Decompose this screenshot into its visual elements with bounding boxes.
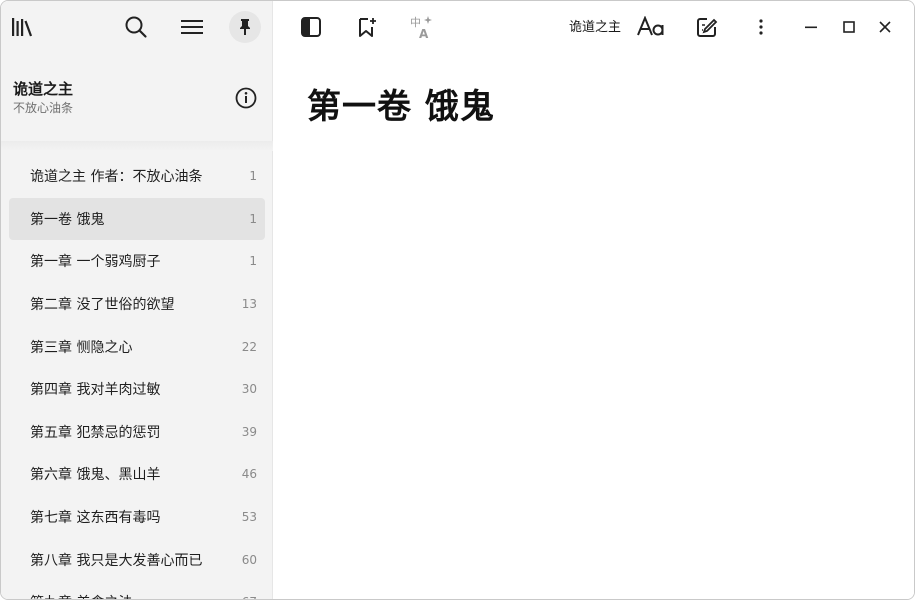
search-icon: [124, 15, 148, 39]
toc-item-label: 第一章 一个弱鸡厨子: [30, 254, 161, 271]
font-settings-button[interactable]: [635, 11, 667, 43]
toc-item[interactable]: 第八章 我只是大发善心而已 60: [9, 538, 265, 581]
toc-item-page: 1: [249, 169, 257, 184]
pin-icon: [237, 18, 253, 36]
sidebar-toggle-icon: [300, 16, 322, 38]
minimize-button[interactable]: [794, 11, 828, 43]
minimize-icon: [804, 20, 818, 34]
toc-item[interactable]: 第九章 美食之法67: [9, 581, 265, 599]
toc-item[interactable]: 第五章 犯禁忌的惩罚 39: [9, 411, 265, 454]
toc-item-label: 诡道之主 作者：不放心油条: [30, 169, 203, 186]
toc-item[interactable]: 第二章 没了世俗的欲望 13: [9, 283, 265, 326]
search-button[interactable]: [120, 11, 152, 43]
notes-edit-icon: [696, 16, 718, 38]
book-info: 诡道之主 不放心油条: [13, 79, 263, 123]
toc-item[interactable]: 第一卷 饿鬼 1: [9, 197, 265, 241]
translate-button[interactable]: 中 A: [406, 11, 438, 43]
chapter-heading: 第一卷 饿鬼: [307, 87, 495, 127]
sidebar-toolbar: [1, 1, 273, 53]
pin-button[interactable]: [229, 11, 261, 43]
book-author: 不放心油条: [13, 101, 74, 115]
toc-item-page: 22: [241, 339, 257, 354]
translate-icon: 中 A: [409, 14, 435, 40]
toc-item-label: 第六章 饿鬼、黑山羊: [30, 467, 161, 484]
reader-main: 中 A 诡道之主 第一卷 饿鬼: [273, 1, 914, 599]
toc-item-label: 第一卷 饿鬼: [30, 211, 105, 228]
book-info-button[interactable]: [230, 82, 262, 114]
info-icon: [235, 87, 257, 109]
more-button[interactable]: [745, 11, 777, 43]
library-icon: [10, 16, 36, 38]
toc-item[interactable]: 第七章 这东西有毒吗 53: [9, 496, 265, 539]
toc-item[interactable]: 第六章 饿鬼、黑山羊 46: [9, 453, 265, 496]
menu-button[interactable]: [176, 11, 208, 43]
close-icon: [878, 20, 892, 34]
toc-item-page: 53: [241, 510, 257, 525]
toc-item-label: 第三章 恻隐之心: [30, 339, 133, 356]
toc-item-page: 1: [249, 211, 257, 226]
sidebar-divider: [1, 141, 273, 151]
toc-item-label: 第二章 没了世俗的欲望: [30, 297, 175, 314]
bookmark-button[interactable]: [351, 11, 383, 43]
toc-item-page: 13: [241, 297, 257, 312]
menu-icon: [180, 17, 204, 37]
window-title: 诡道之主: [569, 20, 622, 35]
sidebar: 诡道之主 不放心油条 诡道之主 作者：不放心油条 1 第一卷 饿鬼 1 第一章 一个弱鸡…: [1, 1, 273, 599]
library-button[interactable]: [7, 11, 39, 43]
toc-item[interactable]: 诡道之主 作者：不放心油条 1: [9, 155, 265, 198]
table-of-contents: 诡道之主 作者：不放心油条 1 第一卷 饿鬼 1 第一章 一个弱鸡厨子 1 第二章 没了世俗…: [9, 155, 265, 599]
maximize-button[interactable]: [832, 11, 866, 43]
more-vertical-icon: [758, 18, 764, 36]
toc-item[interactable]: 第一章 一个弱鸡厨子 1: [9, 240, 265, 283]
sidebar-toggle-button[interactable]: [295, 11, 327, 43]
toc-item-page: 67: [235, 595, 257, 599]
font-settings-icon: [636, 16, 666, 38]
close-button[interactable]: [868, 11, 902, 43]
toc-item-page: 1: [249, 254, 257, 269]
toc-item-label: 第九章 美食之法: [30, 592, 235, 599]
toc-item-page: 39: [241, 424, 257, 439]
toc-item-page: 30: [241, 382, 257, 397]
toc-item-page: 46: [241, 467, 257, 482]
svg-text:A: A: [419, 27, 429, 40]
toc-item-page: 60: [241, 552, 257, 567]
toc-item[interactable]: 第四章 我对羊肉过敏 30: [9, 368, 265, 411]
toc-item[interactable]: 第三章 恻隐之心 22: [9, 325, 265, 368]
toc-item-label: 第七章 这东西有毒吗: [30, 510, 161, 527]
maximize-icon: [842, 20, 856, 34]
toc-item-label: 第五章 犯禁忌的惩罚: [30, 424, 161, 441]
toc-item-label: 第八章 我只是大发善心而已: [30, 552, 203, 569]
notes-button[interactable]: [691, 11, 723, 43]
book-title: 诡道之主: [13, 80, 74, 98]
app-window: 诡道之主 不放心油条 诡道之主 作者：不放心油条 1 第一卷 饿鬼 1 第一章 一个弱鸡…: [0, 0, 915, 600]
toc-item-label: 第四章 我对羊肉过敏: [30, 382, 161, 399]
bookmark-add-icon: [356, 16, 378, 38]
